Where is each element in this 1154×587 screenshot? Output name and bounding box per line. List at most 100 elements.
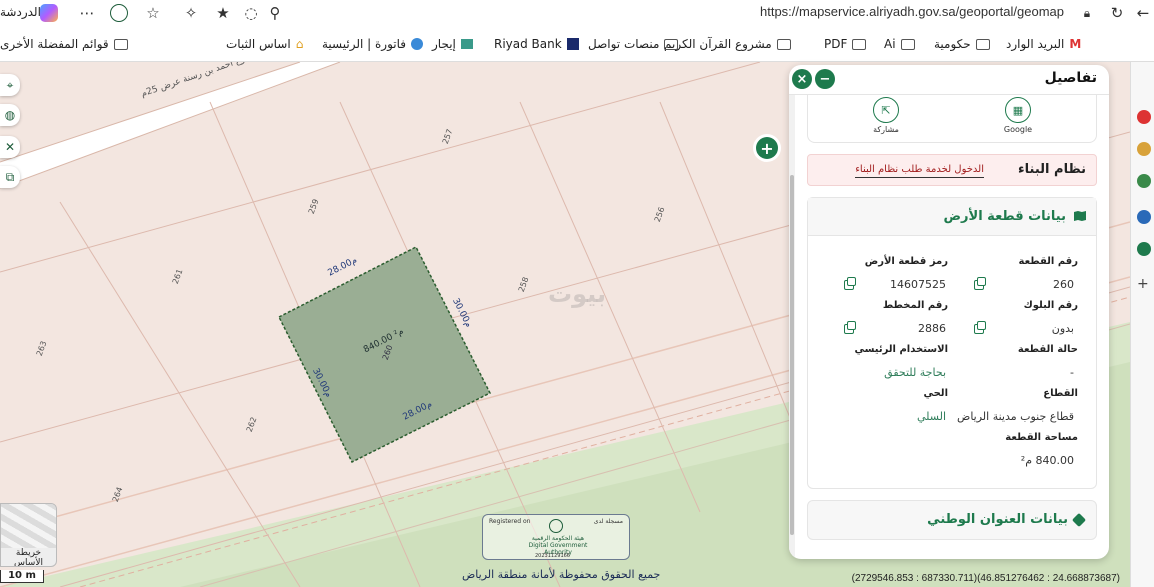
basemap-label: خريطة الأساس <box>14 548 43 567</box>
copyright-text: جميع الحقوق محفوظة لأمانة منطقة الرياض <box>462 568 661 581</box>
plot-number-label: رقم القطعة <box>1018 256 1078 267</box>
block-value: بدون <box>1051 322 1074 335</box>
bookmark-quran[interactable]: مشروع القرآن الكريم <box>664 37 791 51</box>
search-icon[interactable]: ⚲ <box>264 2 286 24</box>
panel-header: تفاصيل − × <box>789 65 1109 95</box>
land-data-header[interactable]: بيانات قطعة الأرض <box>808 198 1096 236</box>
map-pin-icon: ▦ <box>1005 97 1031 123</box>
plan-value: 2886 <box>918 322 946 335</box>
stamp-code: 20231129166 <box>535 553 570 559</box>
panel-scrollbar[interactable] <box>789 95 795 559</box>
folder-icon <box>776 38 791 50</box>
map-layers-button[interactable]: ⧉ <box>0 166 20 188</box>
url-text[interactable]: https://mapservice.alriyadh.gov.sa/geopo… <box>760 4 1064 19</box>
bookmark-inbox[interactable]: M البريد الوارد <box>1006 37 1081 51</box>
building-system-title: نظام البناء <box>1018 162 1086 177</box>
google-button[interactable]: ▦ Google <box>988 97 1048 134</box>
tab-label[interactable]: الدردشة <box>0 5 41 19</box>
close-button[interactable]: × <box>792 69 812 89</box>
plot-number-value: 260 <box>1053 278 1074 291</box>
national-address-card[interactable]: بيانات العنوان الوطني <box>807 500 1097 540</box>
bookmark-ai[interactable]: Ai <box>884 37 915 51</box>
plan-label: رقم المخطط <box>882 300 948 311</box>
tools-button[interactable]: ✕ <box>0 136 20 158</box>
zoom-in-button[interactable]: + <box>756 137 778 159</box>
sector-label: القطاع <box>1043 388 1078 399</box>
area-value: 840.00 م² <box>1020 454 1074 467</box>
bookmark-other-favorites[interactable]: قوائم المفضلة الأخرى <box>0 37 128 51</box>
bookmark-ejar[interactable]: إيجار <box>432 37 473 51</box>
tag-icon <box>1071 512 1087 528</box>
main-use-label: الاستخدام الرئيسي <box>854 344 948 355</box>
block-label: رقم البلوك <box>1023 300 1078 311</box>
extensions-icon[interactable]: ✧ <box>180 2 202 24</box>
sidebar-app-icon[interactable] <box>1137 110 1151 124</box>
copilot-icon[interactable] <box>38 2 60 24</box>
locate-button[interactable]: ⌖ <box>0 74 20 96</box>
address-bar: الدردشة ⋯ ☆ ✧ ★ ◌ ⚲ https://mapservice.a… <box>0 0 1154 28</box>
sidebar-add-icon[interactable]: + <box>1137 276 1149 292</box>
dga-registration-stamp[interactable]: Registered on مسجلة لدى هيئة الحكومة الر… <box>482 514 630 560</box>
bookmark-asas[interactable]: ⌂ اساس الثبات <box>226 37 303 51</box>
sidebar-active-app-icon[interactable] <box>1137 242 1151 256</box>
folder-icon <box>664 38 679 50</box>
copy-icon[interactable] <box>974 321 986 334</box>
scale-bar: 10 m <box>0 570 44 583</box>
minimize-button[interactable]: − <box>815 69 835 89</box>
fatoora-icon <box>411 38 424 50</box>
panel-title: تفاصيل <box>1044 70 1097 86</box>
scrollbar-thumb[interactable] <box>790 175 794 535</box>
land-data-title: بيانات قطعة الأرض <box>943 209 1066 224</box>
main-use-value: بحاجة للتحقق <box>884 366 946 379</box>
more-options-icon[interactable]: ⋯ <box>76 2 98 24</box>
riyadbank-icon <box>566 38 579 50</box>
watermark: بيوت <box>548 280 606 308</box>
land-data-card: بيانات قطعة الأرض رقم القطعة 260 رقم الب… <box>807 197 1097 489</box>
details-panel: تفاصيل − × ▦ Google ⇱ مشاركة نظام البناء… <box>789 65 1109 559</box>
folder-icon <box>900 38 915 50</box>
sector-value: قطاع جنوب مدينة الرياض <box>957 410 1074 423</box>
share-icon: ⇱ <box>873 97 899 123</box>
land-code-label: رمز قطعة الأرض <box>864 256 948 267</box>
national-address-title: بيانات العنوان الوطني <box>927 512 1068 527</box>
status-value: - <box>1070 366 1074 379</box>
bookmark-social[interactable]: منصات تواصل <box>588 37 679 51</box>
copy-icon[interactable] <box>844 321 856 334</box>
district-label: الحي <box>923 388 948 399</box>
map-icon <box>1074 211 1086 221</box>
coordinates-readout: (2729546.853 : 687330.711)(46.851276462 … <box>851 573 1120 584</box>
building-system-link[interactable]: الدخول لخدمة طلب نظام البناء <box>855 164 984 178</box>
star-icon[interactable]: ★ <box>212 2 234 24</box>
basemap-switcher[interactable]: خريطة الأساس <box>0 503 57 567</box>
copy-icon[interactable] <box>974 277 986 290</box>
share-button[interactable]: ⇱ مشاركة <box>856 97 916 134</box>
sidebar-app-icon[interactable] <box>1137 142 1151 156</box>
lock-icon[interactable]: 🔒︎ <box>1076 2 1098 24</box>
sidebar-maps-icon[interactable] <box>1137 174 1151 188</box>
gmail-icon: M <box>1069 37 1082 51</box>
bookmark-pdf[interactable]: PDF <box>824 37 867 51</box>
land-code-value: 14607525 <box>890 278 946 291</box>
folder-icon <box>852 38 867 50</box>
globe-button[interactable]: ◍ <box>0 104 20 126</box>
ejar-icon <box>460 39 473 49</box>
sidebar-app-icon[interactable] <box>1137 210 1151 224</box>
folder-icon <box>975 38 990 50</box>
read-aloud-icon[interactable]: ◌ <box>240 2 262 24</box>
favorites-icon[interactable]: ☆ <box>142 2 164 24</box>
area-label: مساحة القطعة <box>1005 432 1078 443</box>
basemap-thumbnail <box>1 504 56 548</box>
stamp-registered-ar: مسجلة لدى <box>593 518 623 525</box>
bookmark-fatoora[interactable]: فاتورة | الرئيسية <box>322 37 424 51</box>
district-value: السلي <box>916 410 946 423</box>
copy-icon[interactable] <box>844 277 856 290</box>
home-icon: ⌂ <box>295 37 304 51</box>
status-label: حالة القطعة <box>1017 344 1078 355</box>
back-icon[interactable]: ← <box>1132 2 1154 24</box>
bookmark-riyad-bank[interactable]: Riyad Bank <box>494 37 579 51</box>
bookmark-government[interactable]: حكومية <box>934 37 990 51</box>
site-badge-icon[interactable] <box>108 2 130 24</box>
edge-sidebar: + <box>1130 62 1154 587</box>
dga-logo-icon <box>549 519 563 533</box>
refresh-icon[interactable]: ↻ <box>1106 2 1128 24</box>
